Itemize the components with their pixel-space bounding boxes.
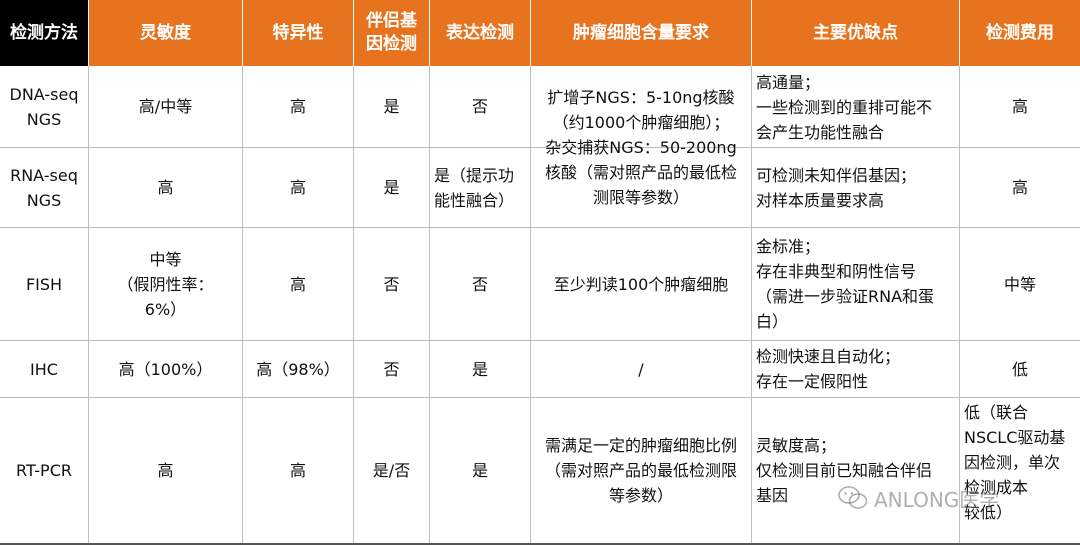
row-rtpcr-partner: 是/否: [372, 461, 411, 480]
row-rtpcr-specificity: 高: [289, 461, 306, 480]
row-dna-cost: 高: [1011, 97, 1028, 116]
row-ihc-sensitivity: 高（100%）: [118, 359, 213, 379]
row-fish-expression: 否: [471, 274, 488, 294]
row-ihc-specificity: 高（98%）: [256, 359, 340, 379]
row-rna-method: RNA-seq NGS: [10, 165, 78, 210]
row-dna-method: DNA-seq NGS: [9, 84, 79, 129]
header-pros-cons: 主要优缺点: [752, 0, 959, 66]
row-fish-cost: 中等: [1003, 274, 1036, 294]
row-rtpcr-expression: 是: [471, 461, 488, 480]
row-dna-expression: 否: [471, 97, 488, 116]
row-dna-specificity: 高: [289, 97, 306, 116]
row-dna-partner: 是: [383, 97, 400, 116]
row-fish-method: FISH: [25, 274, 63, 294]
header-tumor-content: 肿瘤细胞含量要求: [531, 0, 751, 66]
header-expression: 表达检测: [430, 0, 530, 66]
row-rna-expression: 是（提示功 能性融合）: [434, 165, 515, 210]
row-rtpcr-sensitivity: 高: [157, 461, 174, 480]
header-method: 检测方法: [0, 0, 88, 66]
row-dna-pros-cons: 高通量； 一些检测到的重排可能不 会产生功能性融合: [756, 73, 933, 142]
header-specificity: 特异性: [243, 0, 353, 66]
row-fish-specificity: 高: [289, 274, 306, 294]
ngs-tumor-requirement: 扩增子NGS：5-10ng核酸 （约1000个肿瘤细胞）； 杂交捕获NGS：50…: [544, 87, 737, 207]
row-rna-sensitivity: 高: [157, 178, 174, 197]
row-rna-pros-cons: 可检测未知伴侣基因； 对样本质量要求高: [756, 165, 917, 210]
header-sensitivity: 灵敏度: [89, 0, 242, 66]
row-rna-specificity: 高: [289, 178, 306, 197]
row-ihc-cost: 低: [1011, 359, 1028, 379]
row-fish-sensitivity: 中等 （假阴性率： 6%）: [117, 249, 214, 319]
row-ihc-pros-cons: 检测快速且自动化； 存在一定假阳性: [756, 347, 901, 391]
row-ihc-tumor: /: [638, 359, 644, 379]
row-rtpcr-method: RT-PCR: [16, 461, 72, 480]
watermark: ANLONG医学: [838, 478, 1058, 518]
row-fish-tumor: 至少判读100个肿瘤细胞: [553, 274, 729, 294]
row-ihc-expression: 是: [471, 359, 488, 379]
comparison-table: 检测方法 灵敏度 特异性 伴侣基 因检测 表达检测 肿瘤细胞含量要求 主要优缺点…: [0, 0, 1080, 546]
row-dna-sensitivity: 高/中等: [138, 97, 193, 116]
row-fish-pros-cons: 金标准； 存在非典型和阴性信号 （需进一步验证RNA和蛋 白）: [756, 237, 935, 331]
row-rna-partner: 是: [383, 178, 400, 197]
row-ihc-method: IHC: [30, 359, 58, 379]
wechat-icon: [838, 486, 868, 509]
row-rtpcr-pros-cons: 灵敏度高； 仅检测目前已知融合伴侣 基因: [756, 436, 933, 505]
header-cost: 检测费用: [960, 0, 1080, 66]
header-partner-gene: 伴侣基 因检测: [354, 0, 429, 66]
row-rtpcr-cost: 低（联合 NSCLC驱动基 因检测，单次 检测成本 较低）: [964, 403, 1066, 522]
row-rtpcr-tumor: 需满足一定的肿瘤细胞比例 （需对照产品的最低检测限 等参数）: [544, 436, 737, 505]
row-ihc-partner: 否: [383, 359, 400, 379]
row-fish-partner: 否: [383, 274, 400, 294]
watermark-text: ANLONG医学: [874, 487, 1000, 512]
row-rna-cost: 高: [1011, 178, 1028, 197]
